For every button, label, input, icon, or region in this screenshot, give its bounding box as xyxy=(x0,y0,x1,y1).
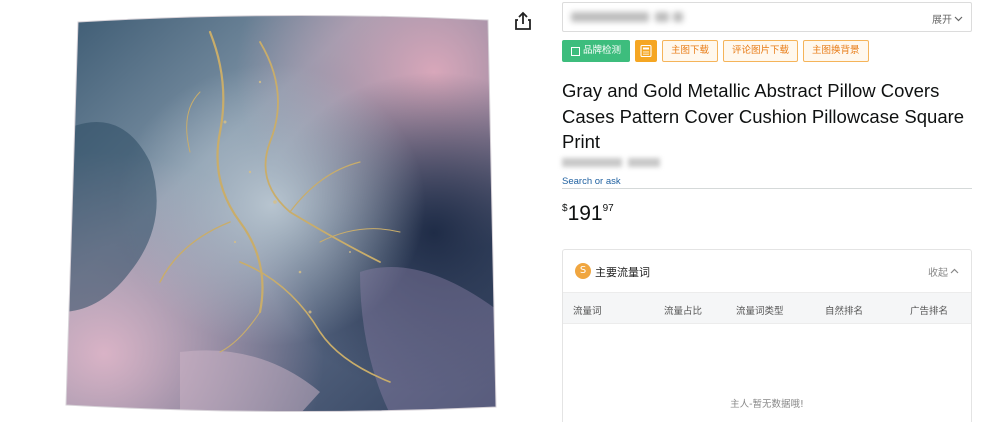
product-image-area xyxy=(0,0,540,422)
main-image-background-button[interactable]: 主图换背景 xyxy=(803,40,869,62)
empty-state-message: 主人-暂无数据哦! xyxy=(730,399,804,410)
collapse-label: 收起 xyxy=(928,268,948,279)
column-header-keyword[interactable]: 流量词 xyxy=(573,303,602,317)
product-price: $19197 xyxy=(562,202,614,226)
chevron-up-icon xyxy=(950,268,959,274)
search-or-ask-link[interactable]: Search or ask xyxy=(562,176,621,187)
brand-check-label: 品牌检测 xyxy=(583,45,622,56)
traffic-coin-icon: S xyxy=(575,263,591,279)
price-fraction: 97 xyxy=(602,203,614,214)
tool-bar: 品牌检测 主图下载 评论图片下载 主图换背景 xyxy=(562,40,869,62)
expand-label: 展开 xyxy=(932,15,952,26)
product-title: Gray and Gold Metallic Abstract Pillow C… xyxy=(562,80,965,152)
main-image-download-button[interactable]: 主图下载 xyxy=(662,40,719,62)
table-header: 流量词 流量占比 流量词类型 自然排名 广告排名 xyxy=(563,292,971,324)
chevron-down-icon xyxy=(954,16,963,22)
panel-title: 主要流量词 xyxy=(595,266,650,279)
seller-info-redacted xyxy=(571,12,691,24)
checkbox-icon xyxy=(571,46,580,56)
divider xyxy=(562,188,972,189)
review-image-download-button[interactable]: 评论图片下载 xyxy=(723,40,799,62)
expand-button[interactable]: 展开 xyxy=(932,11,963,26)
collapse-button[interactable]: 收起 xyxy=(928,264,959,279)
calculator-icon xyxy=(640,45,652,57)
column-header-keyword-type[interactable]: 流量词类型 xyxy=(736,303,784,317)
share-icon[interactable] xyxy=(512,10,534,32)
brand-check-button[interactable]: 品牌检测 xyxy=(562,40,631,62)
column-header-organic-rank[interactable]: 自然排名 xyxy=(825,303,863,317)
traffic-keywords-panel: S 主要流量词 收起 流量词 流量占比 流量词类型 自然排名 广告排名 主人-暂… xyxy=(562,249,972,422)
price-currency: $ xyxy=(562,203,568,214)
calculator-button[interactable] xyxy=(635,40,658,62)
panel-header: S 主要流量词 收起 xyxy=(563,250,971,292)
product-image[interactable] xyxy=(60,12,500,414)
column-header-ad-rank[interactable]: 广告排名 xyxy=(910,303,948,317)
store-link-redacted[interactable] xyxy=(562,158,660,168)
seller-info-bar: 展开 xyxy=(562,2,972,32)
column-header-traffic-share[interactable]: 流量占比 xyxy=(664,303,702,317)
price-whole: 191 xyxy=(567,202,603,225)
